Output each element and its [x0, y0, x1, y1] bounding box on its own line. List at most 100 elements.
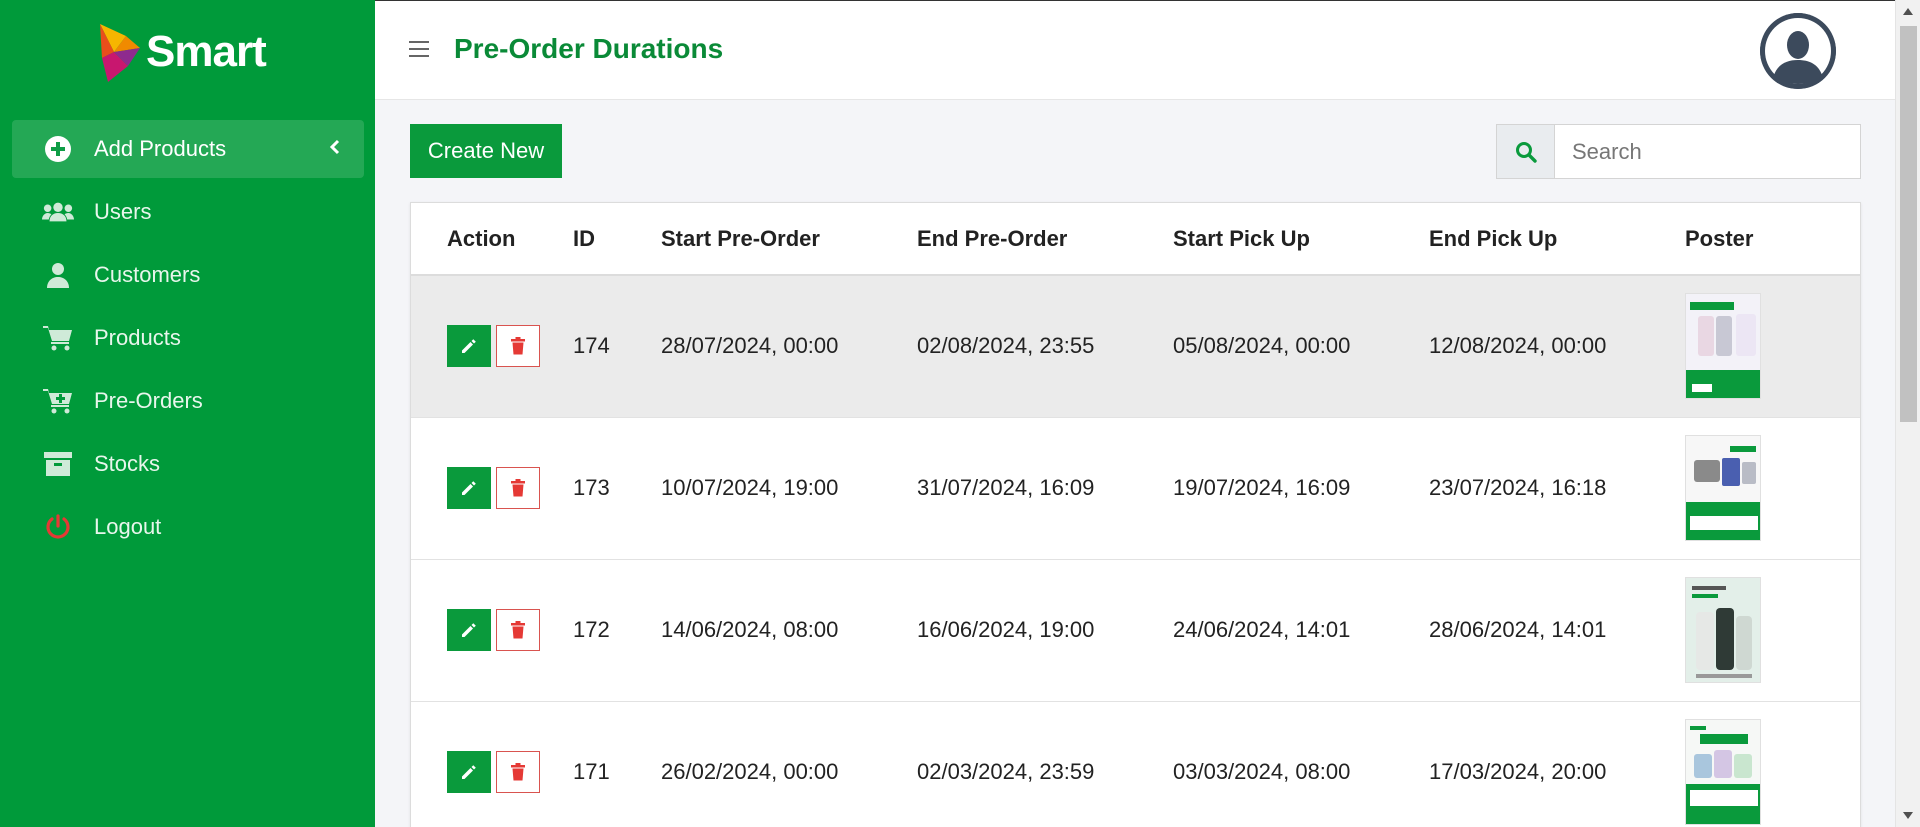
sidebar: Smart Add Products Users Customers Produ…: [0, 0, 375, 827]
avatar[interactable]: [1760, 13, 1836, 89]
col-end-pickup: End Pick Up: [1429, 203, 1685, 276]
pencil-icon: [462, 339, 476, 354]
trash-icon: [511, 479, 525, 497]
search-input[interactable]: [1555, 125, 1860, 178]
sidebar-item-label: Stocks: [94, 451, 161, 476]
cell-start-pickup: 05/08/2024, 00:00: [1173, 275, 1429, 418]
page-scrollbar[interactable]: [1895, 0, 1920, 827]
row-actions: [411, 701, 573, 827]
cell-end-pickup: 12/08/2024, 00:00: [1429, 275, 1685, 418]
cell-end-pickup: 17/03/2024, 20:00: [1429, 701, 1685, 827]
hamburger-menu-icon[interactable]: [409, 41, 429, 57]
sidebar-item-label: Logout: [94, 514, 162, 539]
cell-id: 172: [573, 559, 661, 702]
cell-start-pickup: 03/03/2024, 08:00: [1173, 701, 1429, 827]
col-start-pickup: Start Pick Up: [1173, 203, 1429, 276]
col-id: ID: [573, 203, 661, 276]
trash-icon: [511, 337, 525, 355]
table-row: 171 26/02/2024, 00:00 02/03/2024, 23:59 …: [411, 701, 1860, 827]
sidebar-item-logout[interactable]: Logout: [12, 498, 364, 556]
table-row: 172 14/06/2024, 08:00 16/06/2024, 19:00 …: [411, 559, 1860, 702]
cell-poster: [1685, 559, 1860, 702]
pencil-icon: [462, 765, 476, 779]
cell-poster: [1685, 701, 1860, 827]
create-new-button[interactable]: Create New: [410, 124, 562, 178]
sidebar-item-label: Pre-Orders: [94, 388, 203, 413]
smart-logo-icon: [100, 24, 140, 82]
cell-start-preorder: 14/06/2024, 08:00: [661, 559, 917, 702]
edit-button[interactable]: [447, 325, 491, 368]
sidebar-item-stocks[interactable]: Stocks: [12, 435, 364, 493]
archive-icon: [42, 450, 74, 478]
sidebar-item-label: Customers: [94, 262, 201, 287]
cart-icon: [42, 324, 74, 352]
delete-button[interactable]: [496, 467, 540, 509]
edit-button[interactable]: [447, 467, 491, 509]
col-start-preorder: Start Pre-Order: [661, 203, 917, 276]
scroll-up-arrow-icon[interactable]: [1903, 8, 1913, 15]
poster-thumbnail[interactable]: [1685, 577, 1761, 683]
pencil-icon: [462, 481, 476, 495]
sidebar-item-add-products[interactable]: Add Products: [12, 120, 364, 178]
edit-button[interactable]: [447, 609, 491, 651]
table-row: 174 28/07/2024, 00:00 02/08/2024, 23:55 …: [411, 275, 1860, 418]
cell-id: 173: [573, 417, 661, 560]
cell-end-preorder: 16/06/2024, 19:00: [917, 559, 1173, 702]
search-box: [1496, 124, 1861, 179]
top-header: Pre-Order Durations: [375, 0, 1895, 100]
cell-poster: [1685, 417, 1860, 560]
delete-button[interactable]: [496, 325, 540, 368]
trash-icon: [511, 621, 525, 639]
search-icon[interactable]: [1497, 125, 1555, 178]
cell-start-pickup: 19/07/2024, 16:09: [1173, 417, 1429, 560]
sidebar-item-users[interactable]: Users: [12, 183, 364, 241]
row-actions: [411, 275, 573, 418]
delete-button[interactable]: [496, 609, 540, 651]
scroll-down-arrow-icon[interactable]: [1903, 812, 1913, 819]
plus-circle-icon: [42, 135, 74, 163]
sidebar-item-customers[interactable]: Customers: [12, 246, 364, 304]
cell-start-preorder: 10/07/2024, 19:00: [661, 417, 917, 560]
table-header-row: Action ID Start Pre-Order End Pre-Order …: [411, 203, 1860, 276]
poster-thumbnail[interactable]: [1685, 719, 1761, 825]
cell-end-pickup: 23/07/2024, 16:18: [1429, 417, 1685, 560]
sidebar-item-label: Add Products: [94, 136, 227, 161]
durations-table-card: Action ID Start Pre-Order End Pre-Order …: [410, 202, 1861, 827]
durations-table: Action ID Start Pre-Order End Pre-Order …: [411, 203, 1860, 827]
users-icon: [42, 198, 74, 226]
table-row: 173 10/07/2024, 19:00 31/07/2024, 16:09 …: [411, 417, 1860, 560]
pencil-icon: [462, 623, 476, 637]
poster-thumbnail[interactable]: [1685, 293, 1761, 400]
cart-plus-icon: [42, 387, 74, 415]
cell-end-preorder: 02/03/2024, 23:59: [917, 701, 1173, 827]
user-avatar-icon: [1760, 13, 1836, 89]
cell-end-preorder: 02/08/2024, 23:55: [917, 275, 1173, 418]
cell-start-preorder: 26/02/2024, 00:00: [661, 701, 917, 827]
power-icon: [42, 513, 74, 541]
cell-end-preorder: 31/07/2024, 16:09: [917, 417, 1173, 560]
col-action: Action: [411, 203, 573, 276]
edit-button[interactable]: [447, 751, 491, 793]
sidebar-item-label: Users: [94, 199, 152, 224]
poster-thumbnail[interactable]: [1685, 435, 1761, 541]
row-actions: [411, 417, 573, 560]
chevron-left-icon: [329, 138, 340, 161]
sidebar-nav: Add Products Users Customers Products Pr…: [12, 120, 364, 561]
scrollbar-thumb[interactable]: [1900, 26, 1917, 422]
cell-end-pickup: 28/06/2024, 14:01: [1429, 559, 1685, 702]
cell-id: 171: [573, 701, 661, 827]
cell-start-preorder: 28/07/2024, 00:00: [661, 275, 917, 418]
trash-icon: [511, 763, 525, 781]
brand-name: Smart: [146, 27, 267, 76]
delete-button[interactable]: [496, 751, 540, 793]
cell-poster: [1685, 275, 1860, 418]
col-poster: Poster: [1685, 203, 1860, 276]
col-end-preorder: End Pre-Order: [917, 203, 1173, 276]
cell-id: 174: [573, 275, 661, 418]
page-title: Pre-Order Durations: [454, 33, 724, 64]
smart-logo[interactable]: Smart: [96, 22, 267, 86]
row-actions: [411, 559, 573, 702]
cell-start-pickup: 24/06/2024, 14:01: [1173, 559, 1429, 702]
sidebar-item-pre-orders[interactable]: Pre-Orders: [12, 372, 364, 430]
sidebar-item-products[interactable]: Products: [12, 309, 364, 367]
